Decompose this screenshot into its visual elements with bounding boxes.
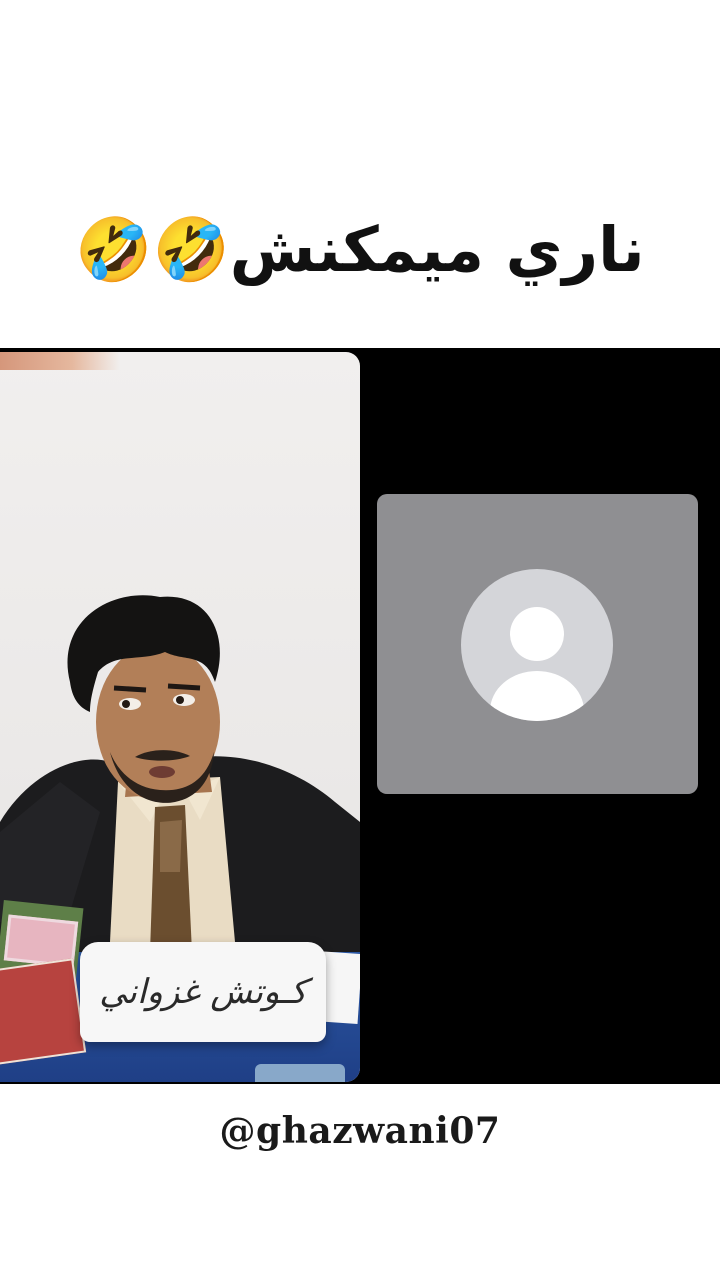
avatar-head bbox=[510, 607, 564, 661]
red-book bbox=[0, 958, 87, 1065]
caption-banner: ناري ميمكنش🤣🤣 bbox=[0, 200, 720, 300]
video-frame: ناري ميمكنش🤣🤣 حب bbox=[0, 0, 720, 1280]
avatar-body bbox=[490, 671, 584, 721]
video-call-area: حب bbox=[0, 348, 720, 1084]
caption-text: ناري ميمكنش🤣🤣 bbox=[75, 213, 645, 286]
default-user-avatar-icon bbox=[461, 569, 613, 721]
username-watermark: @ghazwani07 bbox=[0, 1106, 720, 1156]
nameplate: كـوتش غزواني bbox=[80, 942, 326, 1042]
nameplate-text: كـوتش غزواني bbox=[99, 972, 307, 1012]
username-handle: @ghazwani07 bbox=[219, 1110, 501, 1152]
left-participant-video[interactable]: حب bbox=[0, 352, 360, 1082]
phone-on-desk bbox=[255, 1064, 345, 1082]
right-participant-tile[interactable] bbox=[377, 494, 698, 794]
